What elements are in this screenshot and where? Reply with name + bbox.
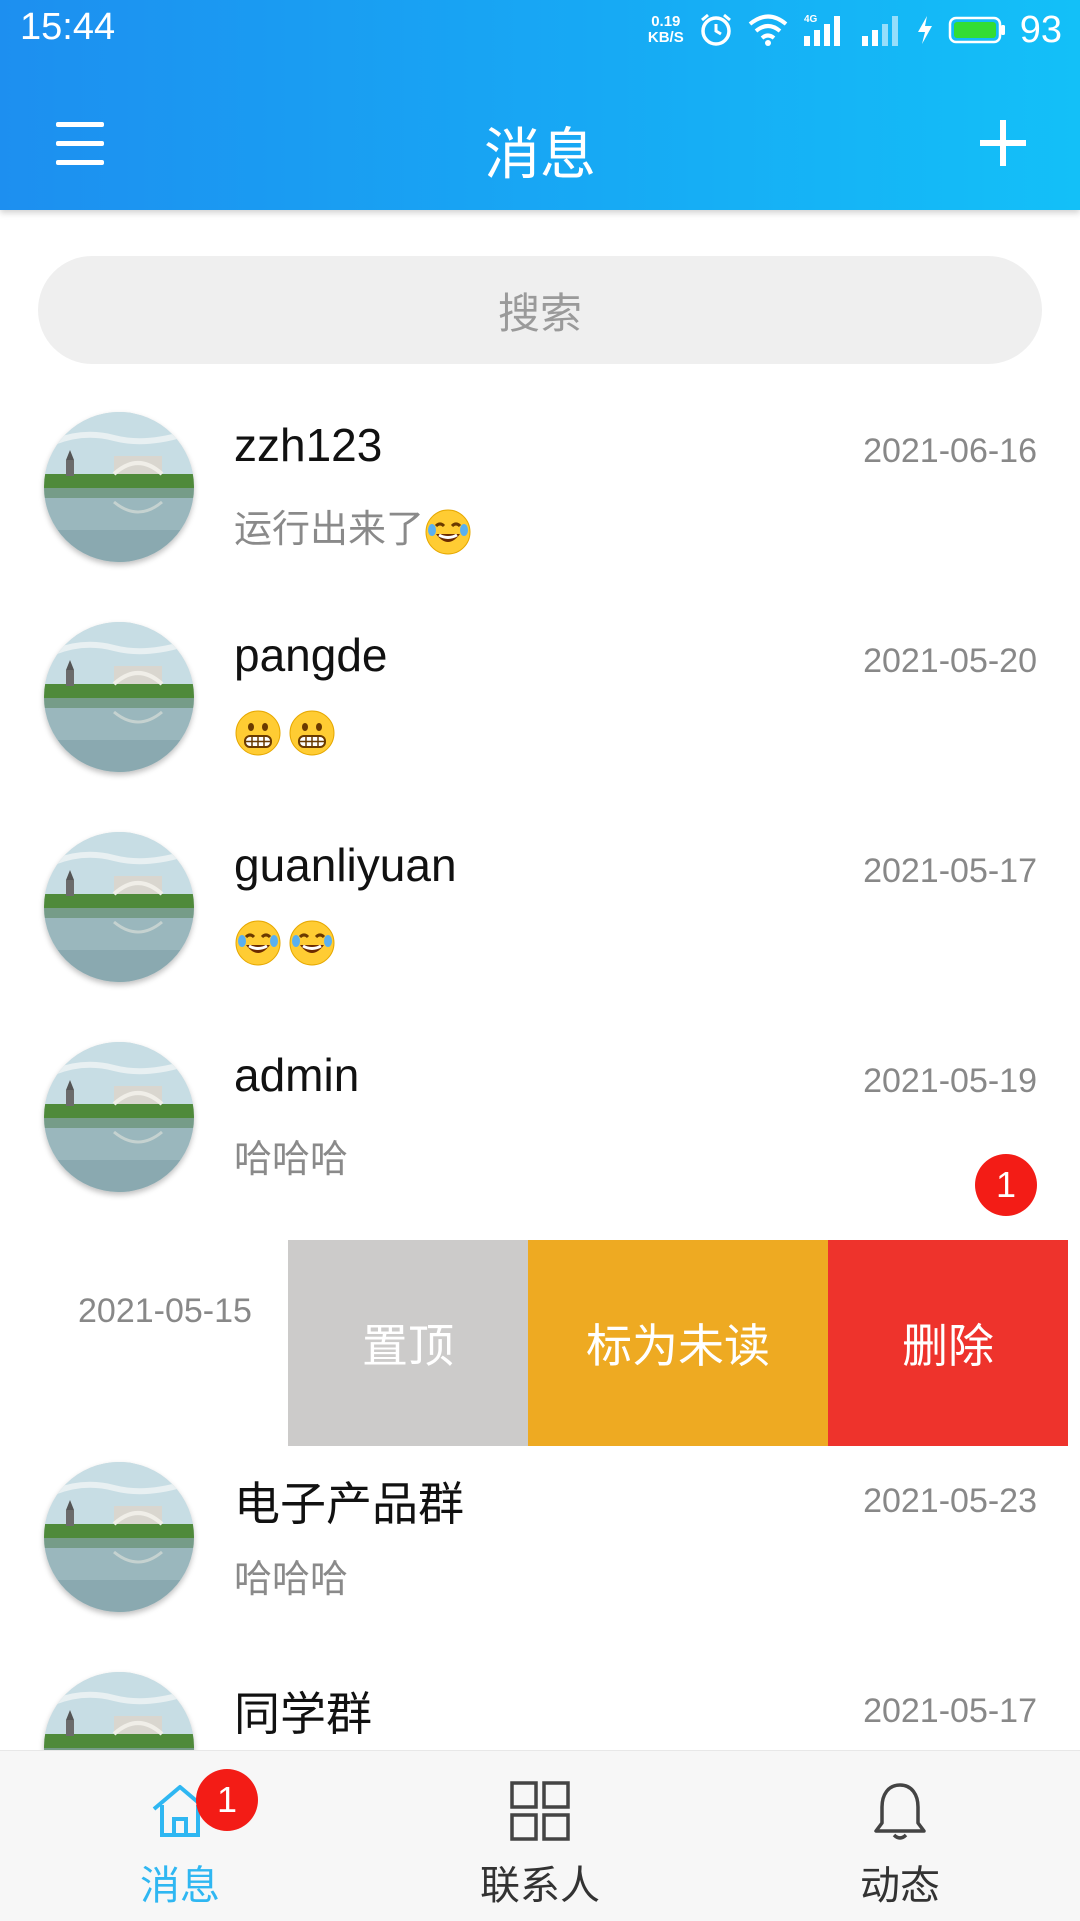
avatar	[44, 412, 194, 562]
alarm-icon	[700, 13, 731, 46]
bottom-nav: 1 消息 联系人 动态	[0, 1750, 1080, 1921]
tab-label: 消息	[140, 1863, 220, 1909]
signal-icon	[861, 16, 898, 46]
conversation-preview: 哈哈哈	[234, 1557, 349, 1601]
app-bar: 消息	[0, 70, 1080, 210]
grid-icon	[510, 1781, 570, 1841]
conversation-date: 2021-05-15	[78, 1292, 252, 1330]
swiped-conversation-row[interactable]: 2021-05-15 置顶 标为未读 删除	[0, 1240, 1080, 1450]
wifi-icon	[748, 14, 787, 46]
preview-text: 运行出来了	[234, 507, 425, 551]
tears-of-joy-emoji-icon	[288, 919, 336, 967]
conversation-date: 2021-05-23	[863, 1482, 1037, 1520]
conversation-row[interactable]: admin 2021-05-19 哈哈哈 1	[0, 1030, 1080, 1240]
status-icons: 0.19 KB/S 4G 93	[648, 8, 1062, 52]
status-bar: 15:44 0.19 KB/S 4G 93	[0, 0, 1080, 60]
conversation-name: guanliyuan	[234, 839, 457, 891]
tab-label: 联系人	[480, 1863, 600, 1909]
conversation-row[interactable]: 电子产品群 2021-05-23 哈哈哈	[0, 1450, 1080, 1660]
net-speed: 0.19 KB/S	[648, 14, 684, 46]
conversation-date: 2021-05-19	[863, 1062, 1037, 1100]
tab-contacts[interactable]: 联系人	[360, 1751, 720, 1921]
page-title: 消息	[484, 123, 596, 188]
net-speed-unit: KB/S	[647, 29, 684, 46]
header: 15:44 0.19 KB/S 4G 93 消息	[0, 0, 1080, 210]
net-speed-value: 0.19	[651, 13, 681, 30]
battery-percent: 93	[1019, 8, 1062, 51]
tab-messages[interactable]: 1 消息	[0, 1751, 360, 1921]
conversation-date: 2021-05-20	[863, 642, 1037, 680]
avatar	[44, 622, 194, 772]
conversation-name: 同学群	[234, 1688, 372, 1740]
grimacing-emoji-icon	[234, 709, 282, 757]
signal-4g-icon: 4G	[803, 14, 840, 46]
avatar	[44, 1462, 194, 1612]
conversation-preview	[234, 918, 342, 967]
search-input[interactable]: 搜索	[38, 256, 1042, 364]
mark-unread-button[interactable]: 标为未读	[528, 1240, 828, 1446]
tab-label: 动态	[860, 1863, 940, 1909]
svg-text:4G: 4G	[804, 14, 818, 25]
avatar	[44, 1672, 194, 1750]
status-time: 15:44	[20, 6, 116, 48]
conversation-date: 2021-06-16	[863, 432, 1037, 470]
conversation-name: pangde	[234, 629, 388, 681]
conversation-row[interactable]: zzh123 2021-06-16 运行出来了	[0, 400, 1080, 610]
conversation-date: 2021-05-17	[863, 852, 1037, 890]
conversation-preview	[234, 708, 342, 757]
conversation-preview: 运行出来了	[234, 498, 478, 556]
tab-moments[interactable]: 动态	[720, 1751, 1080, 1921]
swipe-actions: 置顶 标为未读 删除	[288, 1240, 1068, 1446]
conversation-name: 电子产品群	[234, 1478, 464, 1530]
tab-badge: 1	[196, 1769, 258, 1831]
conversation-date: 2021-05-17	[863, 1692, 1037, 1730]
conversation-name: zzh123	[234, 419, 383, 471]
charging-icon	[917, 16, 932, 44]
grimacing-emoji-icon	[288, 709, 336, 757]
tears-of-joy-emoji-icon	[234, 919, 282, 967]
add-icon[interactable]	[978, 118, 1028, 168]
delete-button[interactable]: 删除	[828, 1240, 1068, 1446]
conversation-row[interactable]: guanliyuan 2021-05-17	[0, 820, 1080, 1030]
bell-icon	[874, 1783, 926, 1840]
conversation-preview: 哈哈哈	[234, 1137, 349, 1181]
avatar	[44, 1042, 194, 1192]
conversation-row[interactable]: pangde 2021-05-20	[0, 610, 1080, 820]
pin-button[interactable]: 置顶	[288, 1240, 528, 1446]
tears-of-joy-emoji-icon	[424, 508, 472, 556]
conversation-list: zzh123 2021-06-16 运行出来了 pangde 2021-05-2…	[0, 400, 1080, 1750]
unread-badge: 1	[975, 1154, 1037, 1216]
avatar	[44, 832, 194, 982]
conversation-row[interactable]: 同学群 2021-05-17	[0, 1660, 1080, 1750]
battery-icon	[948, 16, 1005, 44]
conversation-name: admin	[234, 1049, 360, 1101]
